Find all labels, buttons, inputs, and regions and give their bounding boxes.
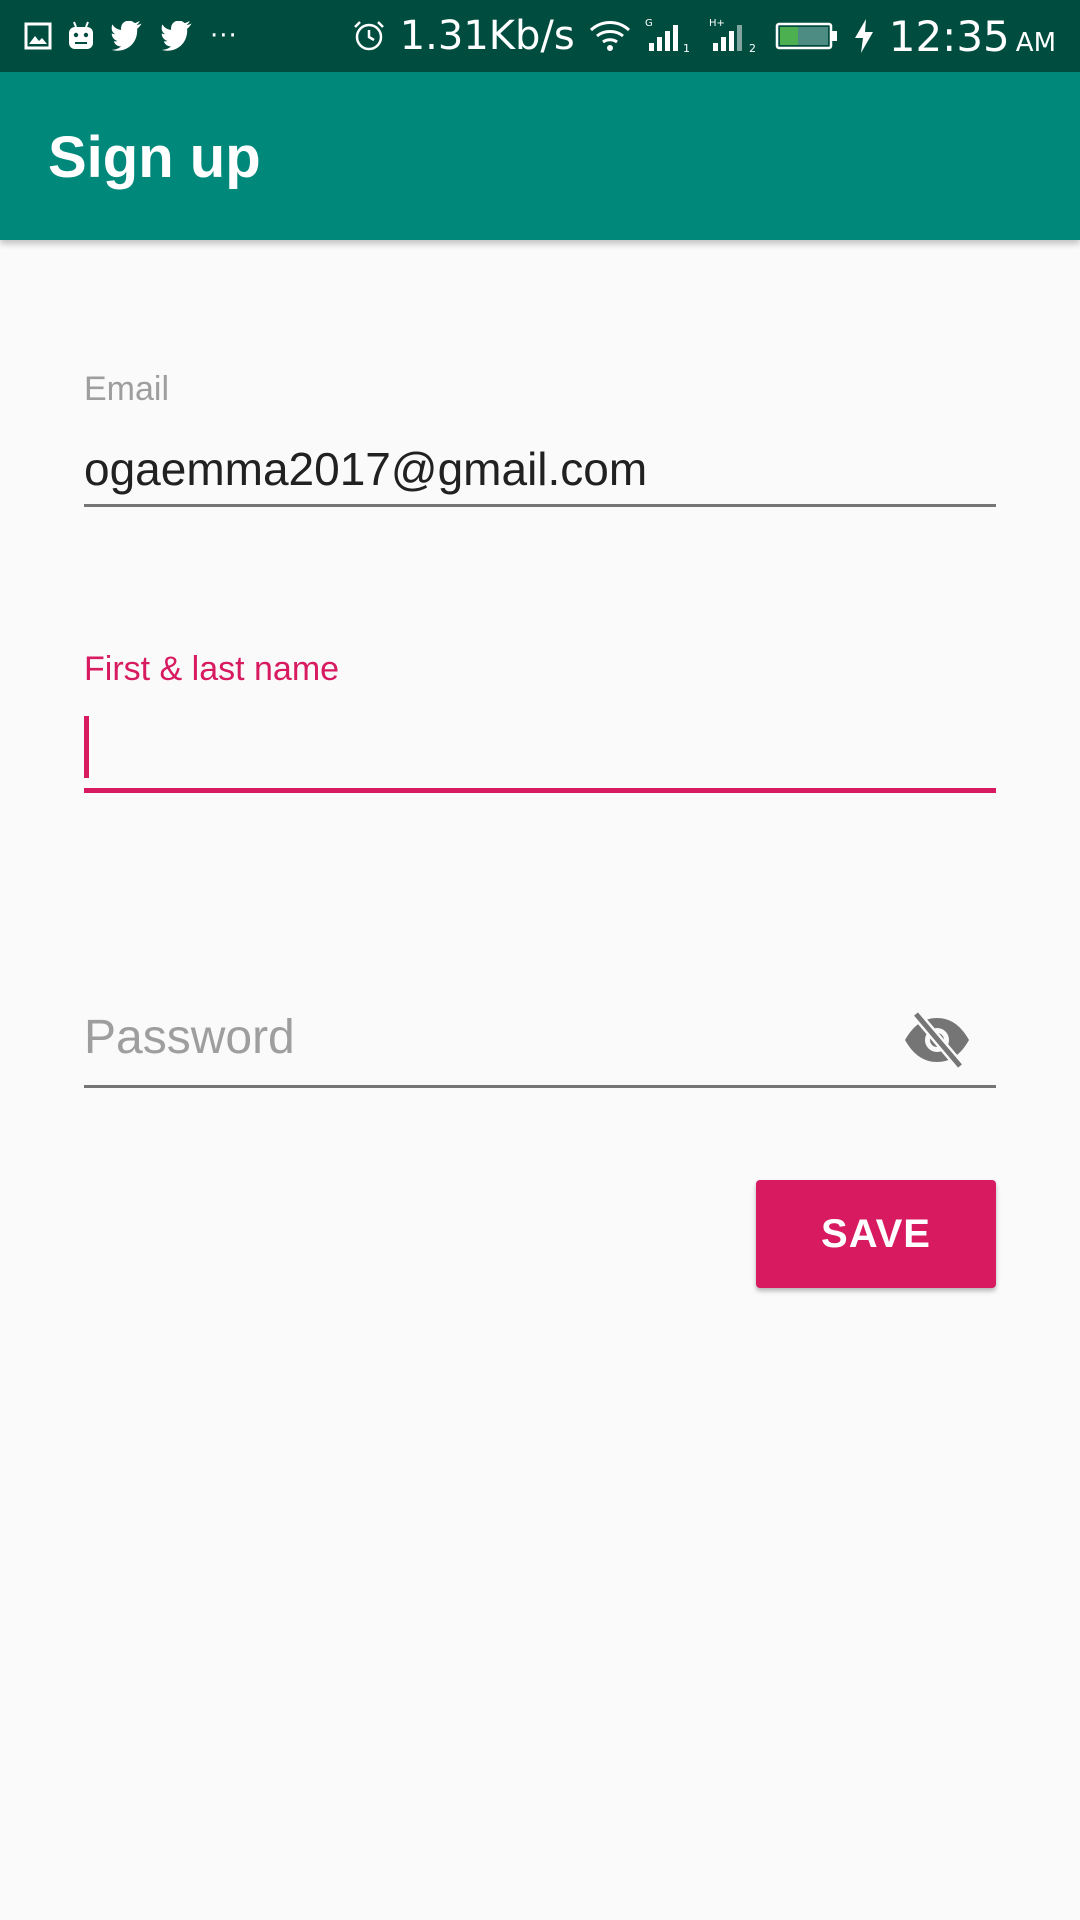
name-field[interactable]: First & last name [84, 650, 996, 796]
status-bar-notifications: ··· [24, 0, 238, 72]
text-cursor [84, 716, 89, 778]
twitter-icon [160, 21, 196, 51]
clock-ampm: AM [1015, 27, 1056, 58]
save-button[interactable]: SAVE [756, 1180, 996, 1288]
app-bar: Sign up [0, 72, 1080, 240]
signal-sim1-label: G [645, 18, 653, 29]
email-label: Email [84, 370, 170, 408]
page-title: Sign up [48, 125, 261, 190]
password-input[interactable]: Password [84, 1010, 295, 1065]
wifi-icon [589, 19, 631, 53]
email-field[interactable]: Email ogaemma2017@gmail.com [84, 370, 996, 510]
email-input[interactable]: ogaemma2017@gmail.com [84, 442, 647, 496]
password-field[interactable]: Password [84, 1010, 996, 1090]
charging-icon [853, 18, 875, 54]
gallery-icon [24, 22, 52, 50]
name-underline [84, 788, 996, 793]
android-icon [66, 20, 96, 52]
network-speed: 1.31Kb/s [399, 13, 575, 59]
status-bar-system: 1.31Kb/s G 1 H+ 2 12:35 AM [352, 0, 1056, 72]
sign-up-screen: ··· 1.31Kb/s G 1 H+ 2 12:35 AM Sign up E… [0, 0, 1080, 1920]
clock-time: 12:35 [888, 11, 1010, 61]
alarm-icon [352, 19, 386, 53]
email-underline [84, 504, 996, 507]
signal-sim2-icon: H+ 2 [709, 17, 761, 55]
eye-off-icon[interactable] [902, 1010, 972, 1070]
svg-text:1: 1 [683, 42, 690, 55]
twitter-icon [110, 21, 146, 51]
signal-sim2-label: H+ [709, 18, 725, 29]
name-label: First & last name [84, 650, 340, 688]
clock: 12:35 AM [889, 12, 1056, 61]
more-notifications-icon: ··· [210, 21, 238, 51]
password-underline [84, 1085, 996, 1088]
status-bar: ··· 1.31Kb/s G 1 H+ 2 12:35 AM [0, 0, 1080, 72]
battery-icon [775, 21, 839, 51]
signal-sim1-icon: G 1 [645, 17, 695, 55]
svg-text:2: 2 [749, 42, 756, 55]
